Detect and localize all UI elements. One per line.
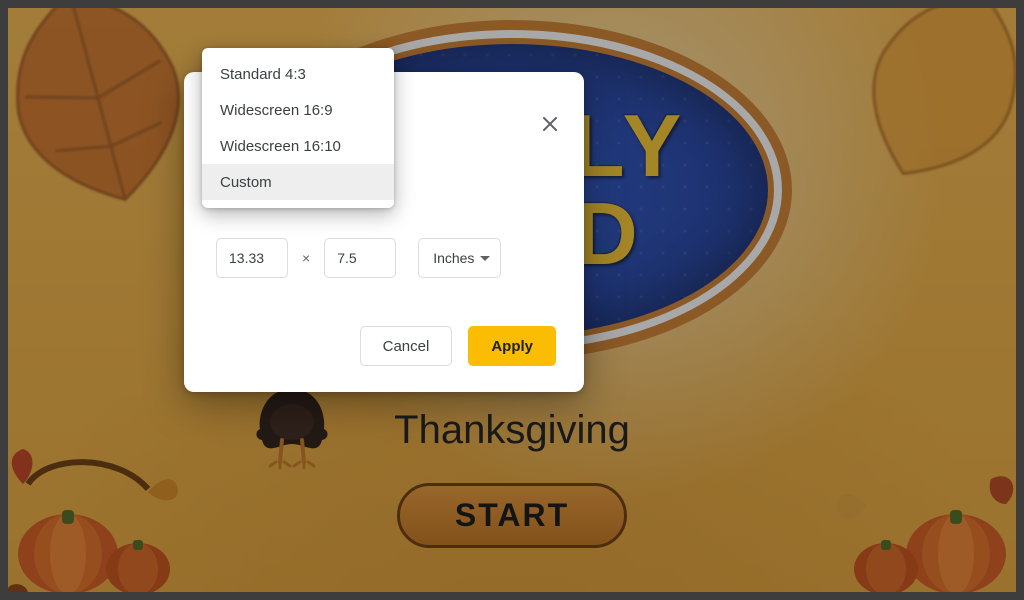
cancel-label: Cancel <box>383 338 430 355</box>
cancel-button[interactable]: Cancel <box>360 326 453 366</box>
close-button[interactable] <box>534 108 566 140</box>
aspect-ratio-menu: Standard 4:3 Widescreen 16:9 Widescreen 16… <box>202 48 394 208</box>
aspect-option[interactable]: Widescreen 16:10 <box>202 128 394 164</box>
app-frame: FAMILY FEUD Thanksgiving START <box>0 0 1024 600</box>
leaf-top-right-icon <box>788 8 1016 246</box>
dialog-actions: Cancel Apply <box>360 326 556 366</box>
height-input-wrap <box>324 238 396 278</box>
caret-down-icon <box>480 256 490 261</box>
pumpkin-cluster-right-icon <box>826 444 1016 592</box>
pumpkin-cluster-left-icon <box>8 444 198 592</box>
height-input[interactable] <box>335 249 385 267</box>
apply-label: Apply <box>491 338 533 355</box>
aspect-option-label: Standard 4:3 <box>220 66 306 83</box>
aspect-option-label: Widescreen 16:10 <box>220 138 341 155</box>
custom-size-row: × Inches <box>216 238 501 278</box>
start-button-label: START <box>455 497 569 534</box>
width-input[interactable] <box>227 249 277 267</box>
start-button[interactable]: START <box>397 483 627 548</box>
aspect-option[interactable]: Widescreen 16:9 <box>202 92 394 128</box>
unit-label: Inches <box>433 250 474 266</box>
aspect-option-label: Custom <box>220 174 272 191</box>
unit-dropdown[interactable]: Inches <box>418 238 501 278</box>
aspect-option[interactable]: Custom <box>202 164 394 200</box>
multiply-icon: × <box>302 250 310 266</box>
slide-subtitle: Thanksgiving <box>394 408 630 453</box>
aspect-option[interactable]: Standard 4:3 <box>202 56 394 92</box>
close-icon <box>541 115 559 133</box>
turkey-icon <box>252 384 332 469</box>
width-input-wrap <box>216 238 288 278</box>
apply-button[interactable]: Apply <box>468 326 556 366</box>
aspect-option-label: Widescreen 16:9 <box>220 102 333 119</box>
